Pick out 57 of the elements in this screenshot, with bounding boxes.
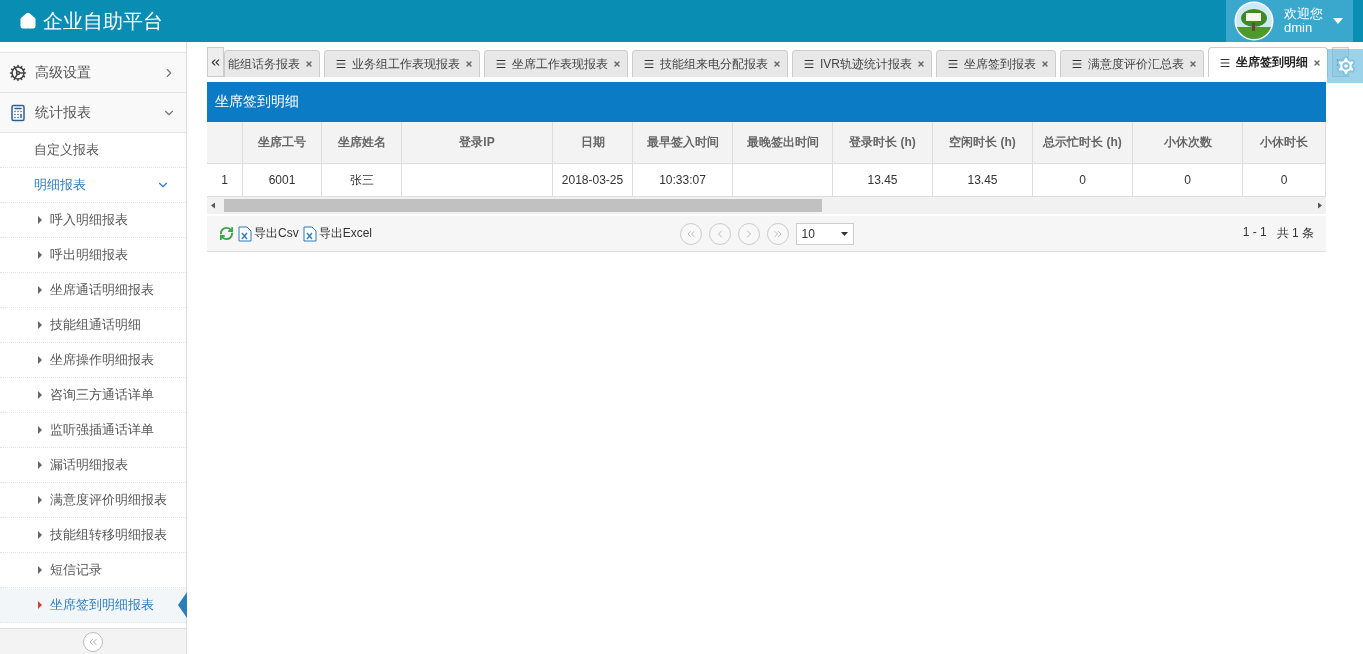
menu-icon <box>643 58 655 70</box>
column-header: 坐席工号 <box>243 122 322 164</box>
tab[interactable]: 坐席签到明细 <box>1208 47 1328 77</box>
column-header: 日期 <box>553 122 633 164</box>
tab[interactable]: 能组话务报表 <box>224 50 320 77</box>
close-icon[interactable] <box>773 60 781 68</box>
tab[interactable]: IVR轨迹统计报表 <box>792 50 932 77</box>
sidebar-item[interactable]: 统计报表 <box>0 92 186 132</box>
close-icon[interactable] <box>1041 60 1049 68</box>
column-header <box>207 122 243 164</box>
page-range: 1 - 1 <box>1242 225 1267 241</box>
caret-icon <box>1333 18 1343 24</box>
tab[interactable]: 技能组来电分配报表 <box>632 50 788 77</box>
close-icon[interactable] <box>1313 58 1321 67</box>
panel-title: 坐席签到明细 <box>207 82 1326 122</box>
close-icon[interactable] <box>305 60 313 68</box>
column-header: 登录时长 (h) <box>833 122 933 164</box>
tab[interactable]: 坐席工作表现报表 <box>484 50 628 77</box>
excel-file-icon <box>238 225 252 242</box>
caret-icon <box>840 231 848 236</box>
total-count: 共 1 条 <box>1276 225 1314 242</box>
tab[interactable]: 满意度评价汇总表 <box>1060 50 1204 77</box>
page-size-select[interactable]: 10 <box>795 222 854 245</box>
menu-icon <box>803 58 815 70</box>
menu-icon <box>335 58 347 70</box>
refresh-icon[interactable] <box>219 226 234 241</box>
app-title: 企业自助平台 <box>43 8 163 34</box>
close-icon[interactable] <box>1189 60 1197 68</box>
sidebar-item[interactable]: 坐席签到明细报表 <box>0 588 186 623</box>
column-header: 坐席姓名 <box>322 122 402 164</box>
menu-icon <box>1071 58 1083 70</box>
tab[interactable]: 业务组工作表现报表 <box>324 50 480 77</box>
home-icon <box>19 12 37 30</box>
column-header: 小休时长 <box>1243 122 1326 164</box>
tab[interactable]: 坐席签到报表 <box>936 50 1056 77</box>
menu-icon <box>947 58 959 70</box>
close-icon[interactable] <box>613 60 621 68</box>
greeting: 欢迎您 <box>1284 7 1323 21</box>
close-icon[interactable] <box>465 60 473 68</box>
sidebar-item[interactable]: 高级设置 <box>0 52 186 92</box>
calculator-icon <box>9 103 27 122</box>
column-header: 总示忙时长 (h) <box>1033 122 1133 164</box>
column-header: 最早签入时间 <box>633 122 733 164</box>
column-header: 空闲时长 (h) <box>933 122 1033 164</box>
column-header: 小休次数 <box>1133 122 1243 164</box>
menu-icon <box>1219 56 1231 69</box>
export-excel-link[interactable]: 导出Excel <box>302 225 372 242</box>
horizontal-scrollbar[interactable] <box>207 197 1326 214</box>
close-icon[interactable] <box>917 60 925 68</box>
gears-icon <box>9 63 27 82</box>
scroll-left-button[interactable] <box>207 47 224 77</box>
user-name: dmin <box>1284 21 1314 35</box>
column-header: 最晚签出时间 <box>733 122 833 164</box>
column-header: 登录IP <box>402 122 553 164</box>
menu-icon <box>495 58 507 70</box>
export-csv-link[interactable]: 导出Csv <box>238 225 299 242</box>
excel-file-icon <box>302 225 317 242</box>
